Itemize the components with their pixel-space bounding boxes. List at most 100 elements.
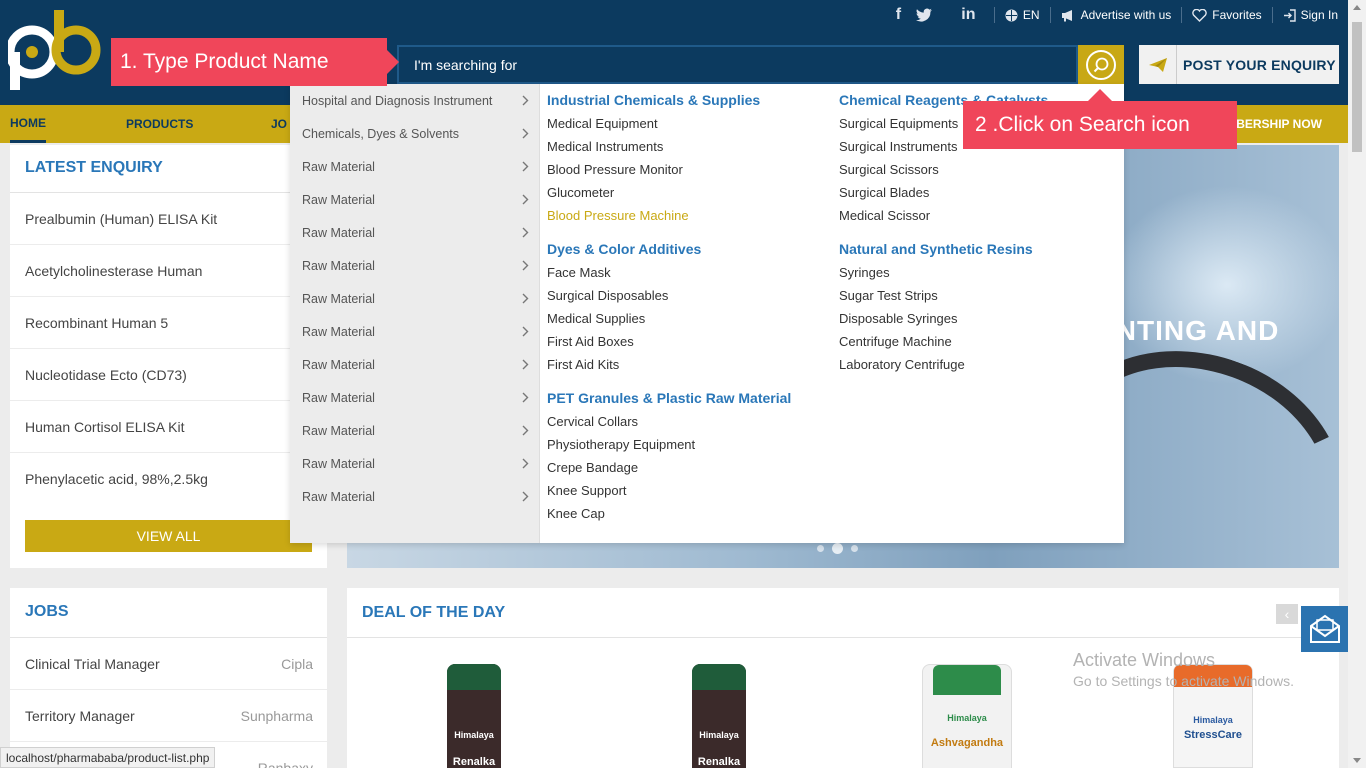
subcategory-link[interactable]: Medical Equipment [547,112,791,135]
subcategory-group: Industrial Chemicals & Supplies Medical E… [547,92,791,227]
subcategory-heading[interactable]: Natural and Synthetic Resins [839,241,1048,261]
category-item[interactable]: Raw Material [290,216,539,249]
site-logo[interactable] [5,6,103,92]
divider [993,7,995,23]
language-selector[interactable]: EN [1003,8,1042,22]
signin-link[interactable]: Sign In [1281,8,1340,22]
subcategory-link[interactable]: Cervical Collars [547,410,791,433]
product-name: StressCare [1183,729,1243,741]
mail-floating-button[interactable] [1301,606,1349,652]
job-row[interactable]: Territory Manager Sunpharma [10,690,327,742]
category-label: Hospital and Diagnosis Instrument [302,93,493,108]
divider [1271,7,1273,23]
subcategory-link[interactable]: Laboratory Centrifuge [839,353,1048,376]
subcategory-link[interactable]: First Aid Kits [547,353,791,376]
envelope-icon [1310,614,1340,643]
subcategory-link[interactable]: Syringes [839,261,1048,284]
nav-jobs[interactable]: JO [271,105,287,143]
subcategory-link[interactable]: Knee Support [547,479,791,502]
subcategory-column-1: Industrial Chemicals & Supplies Medical E… [547,92,791,539]
carousel-dot-active[interactable] [832,543,843,554]
category-item[interactable]: Raw Material [290,480,539,513]
category-item[interactable]: Raw Material [290,282,539,315]
subcategory-link[interactable]: Medical Scissor [839,204,1048,227]
product-name: Renalka [452,756,496,768]
page-scrollbar[interactable] [1348,0,1366,768]
enquiry-item[interactable]: Acetylcholinesterase Human [10,245,327,297]
bottle-cap [447,664,501,690]
subcategory-link[interactable]: Disposable Syringes [839,307,1048,330]
search-button[interactable] [1078,45,1124,84]
subcategory-link[interactable]: Knee Cap [547,502,791,525]
subcategory-link[interactable]: Glucometer [547,181,791,204]
product-brand: Himalaya [699,730,739,740]
globe-icon [1005,9,1018,21]
category-item[interactable]: Raw Material [290,183,539,216]
scroll-down-arrow[interactable] [1353,758,1361,763]
subcategory-link[interactable]: Surgical Blades [839,181,1048,204]
deal-prev-button[interactable]: ‹ [1276,604,1298,624]
search-input[interactable]: I'm searching for [397,45,1078,84]
scroll-up-arrow[interactable] [1353,5,1361,10]
job-row[interactable]: Clinical Trial Manager Cipla [10,638,327,690]
step2-callout: 2 .Click on Search icon [963,89,1237,149]
category-item[interactable]: Chemicals, Dyes & Solvents [290,117,539,150]
category-item[interactable]: Raw Material [290,315,539,348]
subcategory-link[interactable]: Surgical Scissors [839,158,1048,181]
category-item[interactable]: Raw Material [290,150,539,183]
category-item[interactable]: Hospital and Diagnosis Instrument [290,84,539,117]
carousel-dot[interactable] [817,545,824,552]
subcategory-link[interactable]: Sugar Test Strips [839,284,1048,307]
enquiry-item[interactable]: Recombinant Human 5 [10,297,327,349]
subcategory-link[interactable]: First Aid Boxes [547,330,791,353]
subcategory-link[interactable]: Face Mask [547,261,791,284]
subcategory-link[interactable]: Physiotherapy Equipment [547,433,791,456]
subcategory-link[interactable]: Crepe Bandage [547,456,791,479]
category-item[interactable]: Raw Material [290,249,539,282]
category-item[interactable]: Raw Material [290,381,539,414]
enquiry-item[interactable]: Prealbumin (Human) ELISA Kit [10,193,327,245]
enquiry-item[interactable]: Phenylacetic acid, 98%,2.5kg [10,453,327,505]
category-label: Raw Material [302,390,375,405]
chevron-right-icon [522,423,529,439]
product-image[interactable]: Himalaya Renalka [447,664,501,768]
subcategory-link[interactable]: Blood Pressure Machine [547,204,791,227]
facebook-icon[interactable]: f [881,6,916,24]
subcategory-link[interactable]: Centrifuge Machine [839,330,1048,353]
twitter-icon[interactable] [915,8,951,22]
activate-title: Activate Windows [1073,650,1216,670]
subcategory-group: Dyes & Color Additives Face Mask Surgical … [547,241,791,376]
subcategory-link[interactable]: Blood Pressure Monitor [547,158,791,181]
category-item[interactable]: Raw Material [290,348,539,381]
enquiry-item[interactable]: Nucleotidase Ecto (CD73) [10,349,327,401]
subcategory-link[interactable]: Medical Instruments [547,135,791,158]
search-icon [1086,49,1116,80]
favorites-link[interactable]: Favorites [1190,8,1263,22]
step1-callout: 1. Type Product Name [111,38,399,86]
carousel-dot[interactable] [851,545,858,552]
view-all-button[interactable]: VIEW ALL [25,520,312,552]
job-company: Cipla [281,655,313,672]
nav-home[interactable]: HOME [10,105,46,143]
subcategory-link[interactable]: Medical Supplies [547,307,791,330]
megaphone-icon [1061,9,1072,21]
scroll-thumb[interactable] [1352,22,1362,152]
product-image[interactable]: Himalaya Ashvagandha [922,664,1012,768]
subcategory-heading[interactable]: Industrial Chemicals & Supplies [547,92,791,112]
subcategory-heading[interactable]: Dyes & Color Additives [547,241,791,261]
category-item[interactable]: Raw Material [290,447,539,480]
nav-membership[interactable]: BERSHIP NOW [1236,105,1322,143]
subcategory-link[interactable]: Surgical Disposables [547,284,791,307]
category-label: Raw Material [302,258,375,273]
subcategory-heading[interactable]: PET Granules & Plastic Raw Material [547,390,791,410]
post-enquiry-button[interactable]: POST YOUR ENQUIRY [1139,45,1339,84]
product-image[interactable]: Himalaya Renalka [692,664,746,768]
enquiry-item[interactable]: Human Cortisol ELISA Kit [10,401,327,453]
category-list: Hospital and Diagnosis Instrument Chemica… [290,84,540,543]
linkedin-icon[interactable]: in [951,6,986,24]
nav-products[interactable]: PRODUCTS [126,105,193,143]
deal-of-the-day-panel: DEAL OF THE DAY ‹ Himalaya Renalka Himal… [347,588,1339,768]
advertise-link[interactable]: Advertise with us [1059,8,1174,22]
category-label: Raw Material [302,225,375,240]
category-item[interactable]: Raw Material [290,414,539,447]
